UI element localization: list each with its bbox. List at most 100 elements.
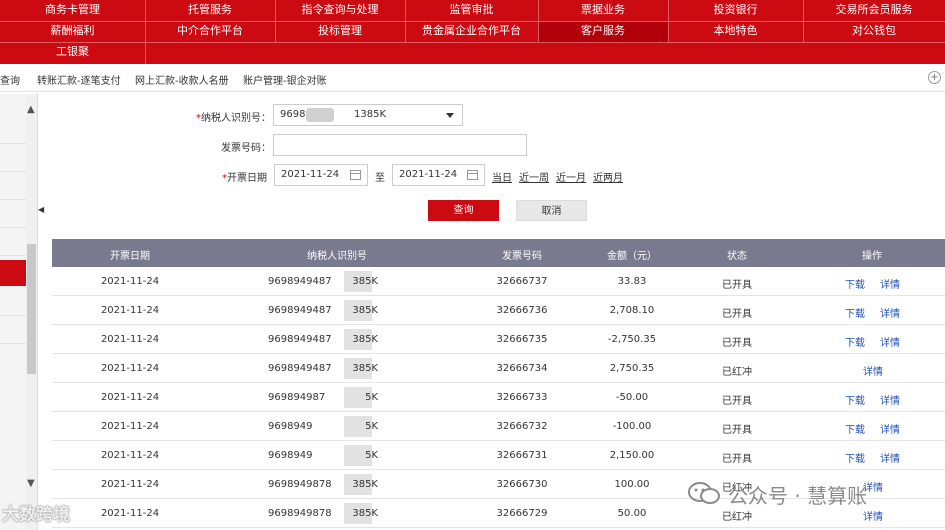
sidebar-item[interactable] xyxy=(0,228,26,256)
nav-item[interactable]: 投标管理 xyxy=(275,21,405,42)
sidebar-item[interactable] xyxy=(0,144,26,172)
nav-item[interactable]: 本地特色 xyxy=(668,21,803,42)
cell-invoice-no: 32666732 xyxy=(496,421,548,432)
nav-item[interactable]: 薪酬福利 xyxy=(0,21,145,42)
nav-item[interactable]: 交易所会员服务 xyxy=(803,0,945,21)
nav-divider xyxy=(0,21,945,22)
detail-link[interactable]: 详情 xyxy=(880,421,900,436)
cell-date: 2021-11-24 xyxy=(100,479,160,490)
cell-status: 已开具 xyxy=(722,280,752,291)
detail-link[interactable]: 详情 xyxy=(863,508,883,523)
sidebar-item-active[interactable] xyxy=(0,260,26,286)
cell-tax-id: 9698949878 xyxy=(268,508,332,519)
sidebar-item[interactable] xyxy=(0,172,26,200)
cell-tax-id: 9698949 xyxy=(268,421,313,432)
nav-item[interactable]: 商务卡管理 xyxy=(0,0,145,21)
cancel-button[interactable]: 取消 xyxy=(516,200,587,221)
cell-tax-id-end: 385K xyxy=(352,508,378,519)
sub-tab-transfer[interactable]: 转账汇款-逐笔支付 xyxy=(37,72,121,87)
cell-tax-id-end: 5K xyxy=(365,421,378,432)
sidebar-scroll-thumb[interactable] xyxy=(27,244,36,374)
cell-invoice-no: 32666735 xyxy=(496,334,548,345)
chevron-down-icon xyxy=(446,113,454,118)
detail-link[interactable]: 详情 xyxy=(880,392,900,407)
cell-date: 2021-11-24 xyxy=(100,363,160,374)
sidebar-item[interactable] xyxy=(0,288,26,316)
detail-link[interactable]: 详情 xyxy=(863,363,883,378)
cell-tax-id: 9698949 xyxy=(268,450,313,461)
calendar-icon[interactable] xyxy=(350,170,361,180)
watermark-right: 公众号 · 慧算账 xyxy=(688,478,942,508)
caret-left-icon[interactable]: ◀ xyxy=(38,200,46,220)
top-nav: 商务卡管理 托管服务 指令查询与处理 监管审批 票据业务 投资银行 交易所会员服务薪酬福利中… xyxy=(0,0,945,64)
date-to-input[interactable]: 2021-11-24 xyxy=(392,164,485,186)
table-row: 2021-11-24 9698949487 32666735 -2,750.35 已开具… xyxy=(52,325,945,354)
taxpayer-select[interactable]: 9698 1385K xyxy=(273,104,463,126)
cell-tax-id: 9698949487 xyxy=(268,276,332,287)
scroll-up-icon[interactable]: ▲ xyxy=(27,104,35,115)
table-row: 2021-11-24 9698949 32666731 2,150.00 已开具 5K 下载… xyxy=(52,441,945,470)
cell-status: 已红冲 xyxy=(722,367,752,378)
nav-item[interactable]: 对公钱包 xyxy=(803,21,945,42)
sidebar-item[interactable] xyxy=(0,316,26,344)
nav-item[interactable]: 贵金属企业合作平台 xyxy=(405,21,538,42)
nav-item[interactable]: 中介合作平台 xyxy=(145,21,275,42)
cell-tax-id-end: 385K xyxy=(352,363,378,374)
download-link[interactable]: 下载 xyxy=(845,450,865,465)
quick-link-two-months[interactable]: 近两月 xyxy=(593,169,623,184)
download-link[interactable]: 下载 xyxy=(845,392,865,407)
table-header: 开票日期 纳税人识别号 发票号码 金额（元） 状态 操作 xyxy=(52,239,945,267)
plus-circle-icon[interactable]: + xyxy=(928,71,941,84)
sidebar-item[interactable] xyxy=(0,200,26,228)
detail-link[interactable]: 详情 xyxy=(880,450,900,465)
cell-tax-id-end: 385K xyxy=(352,276,378,287)
cell-date: 2021-11-24 xyxy=(100,334,160,345)
scroll-down-icon[interactable]: ▼ xyxy=(27,478,35,489)
invoice-no-input[interactable] xyxy=(273,134,527,156)
invoice-no-label: 发票号码： xyxy=(221,143,271,154)
cell-tax-id: 9698949487 xyxy=(268,305,332,316)
quick-link-week[interactable]: 近一周 xyxy=(519,169,549,184)
cell-invoice-no: 32666733 xyxy=(496,392,548,403)
date-label: *开票日期 xyxy=(222,173,267,184)
watermark-right-text: 公众号 · 慧算账 xyxy=(728,484,868,508)
detail-link[interactable]: 详情 xyxy=(880,276,900,291)
calendar-icon[interactable] xyxy=(467,170,478,180)
date-to-value: 2021-11-24 xyxy=(399,169,458,180)
nav-item[interactable]: 指令查询与处理 xyxy=(275,0,405,21)
table-row: 2021-11-24 9698949 32666732 -100.00 已开具 5K 下载详… xyxy=(52,412,945,441)
table-row: 2021-11-24 9698949487 32666734 2,750.35 已红冲 3… xyxy=(52,354,945,383)
wechat-icon xyxy=(688,482,720,504)
nav-divider xyxy=(145,0,146,64)
nav-item[interactable]: 票据业务 xyxy=(538,0,668,21)
download-link[interactable]: 下载 xyxy=(845,276,865,291)
col-status: 状态 xyxy=(727,251,747,262)
cell-date: 2021-11-24 xyxy=(100,421,160,432)
sub-tab-payee-list[interactable]: 网上汇款-收款人名册 xyxy=(135,72,229,87)
nav-item[interactable]: 工银聚 xyxy=(0,42,145,63)
cell-tax-id-end: 5K xyxy=(365,392,378,403)
query-button[interactable]: 查询 xyxy=(428,200,499,221)
nav-item[interactable]: 监管审批 xyxy=(405,0,538,21)
table-row: 2021-11-24 9698949487 32666737 33.83 已开具 385K… xyxy=(52,267,945,296)
sub-tab-query[interactable]: 查询 xyxy=(0,72,20,87)
nav-item[interactable]: 托管服务 xyxy=(145,0,275,21)
sidebar-item[interactable] xyxy=(0,116,26,144)
detail-link[interactable]: 详情 xyxy=(880,334,900,349)
cell-tax-id: 9698949487 xyxy=(268,334,332,345)
nav-item[interactable]: 投资银行 xyxy=(668,0,803,21)
cell-invoice-no: 32666737 xyxy=(496,276,548,287)
download-link[interactable]: 下载 xyxy=(845,305,865,320)
cell-invoice-no: 32666730 xyxy=(496,479,548,490)
cell-amount: 2,150.00 xyxy=(609,450,655,461)
detail-link[interactable]: 详情 xyxy=(880,305,900,320)
quick-link-today[interactable]: 当日 xyxy=(492,169,512,184)
quick-link-month[interactable]: 近一月 xyxy=(556,169,586,184)
date-from-value: 2021-11-24 xyxy=(281,169,340,180)
sub-tab-reconcile[interactable]: 账户管理-银企对账 xyxy=(243,72,327,87)
col-date: 开票日期 xyxy=(110,251,150,262)
date-from-input[interactable]: 2021-11-24 xyxy=(274,164,368,186)
download-link[interactable]: 下载 xyxy=(845,421,865,436)
nav-item[interactable]: 客户服务 xyxy=(538,21,668,42)
download-link[interactable]: 下载 xyxy=(845,334,865,349)
